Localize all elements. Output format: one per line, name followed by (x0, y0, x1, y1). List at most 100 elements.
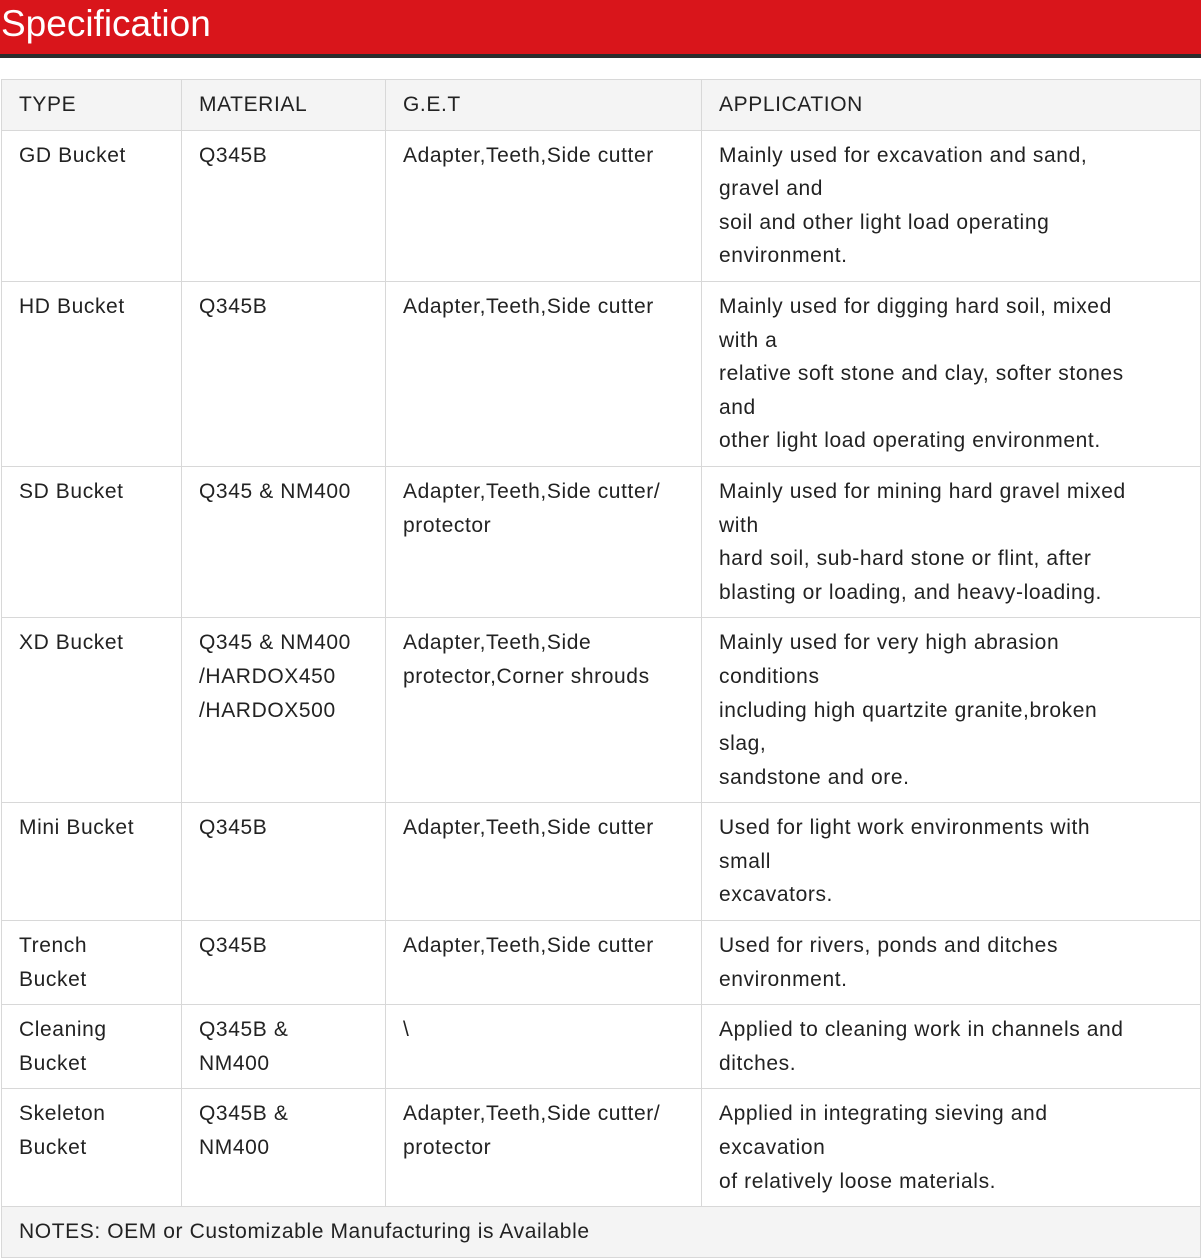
table-row: XD Bucket Q345 & NM400/HARDOX450/HARDOX50… (1, 617, 1201, 804)
cell-material: Q345 & NM400 (181, 465, 386, 619)
cell-application-line: Mainly used for very high abrasion (719, 631, 1060, 655)
cell-get: Adapter,Teeth,Side cutter/protector (385, 465, 702, 619)
cell-material: Q345B (181, 802, 386, 922)
cell-material-line: Q345B & (199, 1102, 289, 1126)
cell-application: Mainly used for excavation and sand, grav… (701, 129, 1201, 282)
cell-application-line: Applied in integrating sieving and (719, 1102, 1048, 1126)
cell-material: Q345B (181, 280, 386, 467)
cell-material: Q345B (181, 920, 386, 1006)
cell-type: Mini Bucket (1, 802, 182, 922)
specification-table: TYPE MATERIAL G.E.T APPLICATION GD Bucke… (1, 79, 1201, 1258)
cell-application-line: excavation (719, 1136, 826, 1160)
cell-type-line: Mini Bucket (19, 816, 135, 840)
cell-get: Adapter,Teeth,Side cutter (385, 280, 702, 467)
cell-material: Q345B & NM400 (181, 1004, 386, 1090)
cell-application-line: with (719, 513, 759, 537)
cell-type: Cleaning Bucket (1, 1004, 182, 1090)
cell-get-line: Adapter,Teeth,Side cutter (403, 294, 654, 318)
cell-application-line: excavators. (719, 883, 833, 907)
column-header-material: MATERIAL (181, 79, 386, 131)
cell-application-line: Mainly used for mining hard gravel mixed (719, 479, 1126, 503)
cell-material-line: Q345B (199, 294, 268, 318)
cell-type-line: HD Bucket (19, 294, 125, 318)
cell-material-line: /HARDOX450 (199, 664, 336, 688)
cell-get: Adapter,Teeth,Side cutter (385, 920, 702, 1006)
column-header-type: TYPE (1, 79, 182, 131)
table-header-row: TYPE MATERIAL G.E.T APPLICATION (1, 79, 1201, 131)
cell-get: \ (385, 1004, 702, 1090)
cell-application-line: and (719, 395, 756, 419)
cell-type: HD Bucket (1, 280, 182, 467)
cell-type: Skeleton Bucket (1, 1088, 182, 1208)
cell-type-line: SD Bucket (19, 479, 124, 503)
table-row: Skeleton Bucket Q345B & NM400 Adapter,Teeth,… (1, 1088, 1201, 1208)
cell-material: Q345B (181, 129, 386, 282)
table-row: Trench Bucket Q345B Adapter,Teeth,Side cutt… (1, 920, 1201, 1006)
cell-material-line: /HARDOX500 (199, 698, 336, 722)
table-row: GD Bucket Q345B Adapter,Teeth,Side cutter M… (1, 129, 1201, 282)
cell-type: SD Bucket (1, 465, 182, 619)
cell-material: Q345 & NM400/HARDOX450/HARDOX500 (181, 617, 386, 804)
cell-application: Used for rivers, ponds and ditches enviro… (701, 920, 1201, 1006)
cell-material-line: Q345B (199, 816, 268, 840)
table-row: Mini Bucket Q345B Adapter,Teeth,Side cutte… (1, 802, 1201, 922)
cell-material-line: Q345B (199, 934, 268, 958)
cell-application: Applied to cleaning work in channels and… (701, 1004, 1201, 1090)
cell-application: Mainly used for mining hard gravel mixed… (701, 465, 1201, 619)
cell-application-line: soil and other light load operating (719, 210, 1050, 234)
cell-type: XD Bucket (1, 617, 182, 804)
cell-material-line: NM400 (199, 1051, 270, 1075)
cell-application: Used for light work environments with sma… (701, 802, 1201, 922)
cell-get-line: Adapter,Teeth,Side cutter/ (403, 479, 661, 503)
cell-application: Mainly used for very high abrasion condit… (701, 617, 1201, 804)
cell-application-line: slag, (719, 732, 767, 756)
cell-type-line: XD Bucket (19, 631, 124, 655)
cell-application-line: Applied to cleaning work in channels and (719, 1018, 1124, 1042)
cell-get: Adapter,Teeth,Side protector,Corner shrou… (385, 617, 702, 804)
cell-application-line: blasting or loading, and heavy-loading. (719, 580, 1102, 604)
cell-type-line: Cleaning (19, 1018, 107, 1042)
cell-application-line: including high quartzite granite,broken (719, 698, 1098, 722)
cell-get-line: protector (403, 1136, 492, 1160)
cell-application-line: of relatively loose materials. (719, 1169, 997, 1193)
cell-get: Adapter,Teeth,Side cutter (385, 802, 702, 922)
cell-application-line: other light load operating environment. (719, 429, 1101, 453)
section-header: Specification (0, 0, 1201, 58)
notes-row: NOTES: OEM or Customizable Manufacturing… (1, 1206, 1201, 1258)
cell-application-line: Mainly used for excavation and sand, (719, 143, 1088, 167)
column-header-application: APPLICATION (701, 79, 1201, 131)
cell-type-line: Bucket (19, 1051, 87, 1075)
cell-get-line: Adapter,Teeth,Side cutter (403, 816, 654, 840)
cell-get-line: protector,Corner shrouds (403, 664, 650, 688)
cell-application-line: gravel and (719, 177, 824, 201)
cell-application-line: relative soft stone and clay, softer sto… (719, 362, 1124, 386)
cell-application: Mainly used for digging hard soil, mixed… (701, 280, 1201, 467)
cell-application-line: Mainly used for digging hard soil, mixed (719, 294, 1112, 318)
cell-application-line: conditions (719, 664, 820, 688)
cell-type-line: Bucket (19, 1136, 87, 1160)
cell-material-line: Q345B (199, 143, 268, 167)
notes-text: NOTES: OEM or Customizable Manufacturing… (1, 1206, 1201, 1258)
cell-application-line: Used for rivers, ponds and ditches (719, 934, 1059, 958)
table-row: HD Bucket Q345B Adapter,Teeth,Side cutter M… (1, 280, 1201, 467)
cell-material-line: Q345B & (199, 1018, 289, 1042)
cell-type-line: GD Bucket (19, 143, 126, 167)
cell-get-line: protector (403, 513, 492, 537)
table-row: Cleaning Bucket Q345B & NM400 \ Applied to cl… (1, 1004, 1201, 1090)
cell-application-line: environment. (719, 244, 848, 268)
cell-application-line: hard soil, sub-hard stone or flint, afte… (719, 547, 1092, 571)
cell-application: Applied in integrating sieving and excava… (701, 1088, 1201, 1208)
cell-application-line: small (719, 849, 772, 873)
cell-get: Adapter,Teeth,Side cutter/protector (385, 1088, 702, 1208)
column-header-get: G.E.T (385, 79, 702, 131)
cell-get-line: Adapter,Teeth,Side cutter/ (403, 1102, 661, 1126)
cell-get-line: Adapter,Teeth,Side (403, 631, 592, 655)
cell-material-line: NM400 (199, 1136, 270, 1160)
cell-get-line: Adapter,Teeth,Side cutter (403, 143, 654, 167)
cell-application-line: Used for light work environments with (719, 816, 1091, 840)
cell-type-line: Trench (19, 934, 88, 958)
cell-type-line: Skeleton (19, 1102, 106, 1126)
cell-get-line: \ (403, 1018, 410, 1042)
cell-application-line: with a (719, 328, 778, 352)
cell-type: GD Bucket (1, 129, 182, 282)
